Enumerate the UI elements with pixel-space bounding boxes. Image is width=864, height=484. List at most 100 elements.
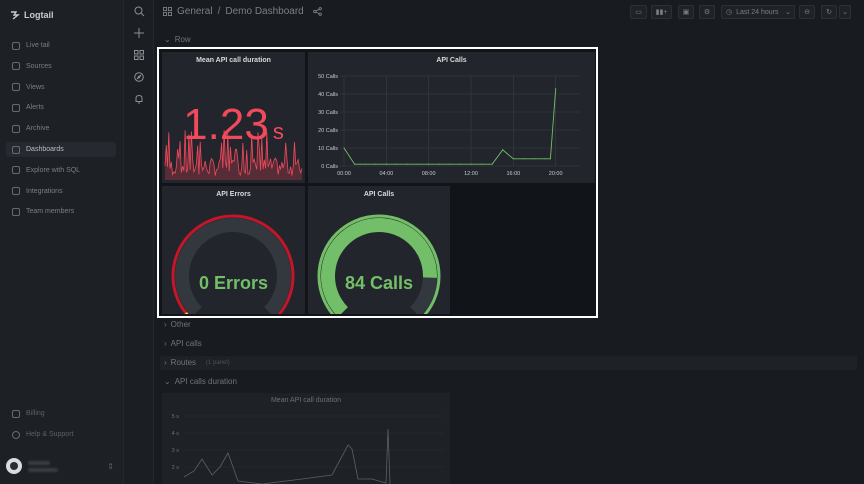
data-point — [544, 158, 546, 160]
bell-icon[interactable] — [133, 93, 145, 105]
row-header-api-calls-duration[interactable]: ⌄ API calls duration — [164, 377, 237, 386]
data-point — [385, 163, 387, 165]
sidebar-item-team-members[interactable]: Team members — [6, 204, 116, 219]
top-bar: General / Demo Dashboard ▭ ▮▮+ ▣ ⚙ ◷ Las… — [154, 0, 864, 24]
row-header-api-calls[interactable]: › API calls — [164, 339, 202, 348]
code-icon — [12, 166, 20, 175]
add-panel-button[interactable]: ▮▮+ — [651, 5, 672, 19]
gear-icon: ⚙ — [703, 9, 711, 16]
sidebar-item-alerts[interactable]: Alerts — [6, 100, 116, 115]
sidebar-item-billing[interactable]: Billing — [6, 406, 116, 421]
data-point — [491, 163, 493, 165]
eye-icon — [12, 83, 20, 92]
refresh-button[interactable]: ↻ — [821, 5, 837, 19]
icon-rail — [124, 0, 154, 484]
x-tick-label: 16:00 — [506, 171, 520, 177]
save-icon: ▣ — [682, 9, 690, 16]
y-tick-label: 20 Calls — [318, 128, 338, 134]
lower-line-chart: 5 s 4 s 3 s 2 s — [172, 414, 444, 484]
apps-icon — [163, 7, 172, 16]
panel-api-errors[interactable]: API Errors 0 Errors — [162, 186, 305, 314]
chevron-right-icon: › — [164, 320, 167, 329]
y-tick-label: 2 s — [172, 465, 180, 471]
sidebar-item-label: Dashboards — [26, 146, 64, 153]
row-title: Other — [170, 320, 191, 329]
row-title: API calls — [170, 339, 202, 348]
data-point — [555, 88, 557, 90]
sidebar-item-label: Archive — [26, 125, 50, 133]
series-line-api-calls — [343, 88, 557, 165]
data-point — [502, 149, 504, 151]
plus-icon[interactable] — [133, 27, 145, 39]
grid-icon[interactable] — [133, 49, 145, 61]
data-point — [449, 163, 451, 165]
series-line-lower — [183, 428, 391, 484]
data-point — [549, 158, 551, 160]
row-title: API calls duration — [174, 377, 237, 386]
sidebar-item-label: Integrations — [26, 187, 63, 195]
breadcrumb: General / Demo Dashboard — [163, 6, 322, 17]
sidebar-item-integrations[interactable]: Integrations — [6, 184, 116, 199]
sidebar-item-label: Sources — [26, 62, 52, 70]
row-header-row[interactable]: ⌄ Row — [164, 35, 191, 44]
integrations-icon — [12, 187, 20, 196]
data-point — [364, 163, 366, 165]
y-tick-label: 30 Calls — [318, 110, 338, 116]
row-header-other[interactable]: › Other — [164, 320, 191, 329]
sidebar-item-live-tail[interactable]: Live tail — [6, 38, 116, 53]
breadcrumb-separator: / — [217, 6, 221, 17]
tv-icon: ▭ — [635, 9, 642, 16]
data-point — [343, 147, 345, 149]
chevron-down-icon: ⌄ — [842, 9, 848, 16]
zoom-out-icon: ⊖ — [804, 9, 810, 16]
gauge-value: 0 Errors — [198, 273, 269, 293]
x-tick-label: 00:00 — [337, 171, 351, 177]
data-point — [417, 163, 419, 165]
team-icon — [12, 207, 20, 216]
y-tick-label: 10 Calls — [318, 146, 338, 152]
gauge-fill — [321, 218, 437, 314]
panel-mean-api-call-duration[interactable]: Mean API call duration 1.23 s — [162, 52, 305, 183]
panel-mean-api-call-duration-lower[interactable]: Mean API call duration 5 s4 s3 s2 s — [162, 393, 450, 484]
row-header-routes[interactable]: › Routes (1 panel) — [164, 358, 230, 367]
save-button[interactable]: ▣ — [678, 5, 694, 19]
sidebar-item-dashboards[interactable]: Dashboards — [6, 142, 116, 157]
sidebar-item-sources[interactable]: Sources — [6, 59, 116, 74]
compass-icon[interactable] — [133, 71, 145, 83]
stat-value: 1.23 s — [162, 100, 305, 150]
share-icon[interactable] — [312, 7, 322, 16]
refresh-icon: ↻ — [826, 9, 832, 16]
brand[interactable]: Logtail — [10, 10, 54, 20]
chevron-right-icon: › — [164, 339, 167, 348]
errors-gauge — [171, 214, 295, 314]
sidebar-item-label: Billing — [26, 410, 45, 417]
logtail-logo-icon — [11, 11, 20, 20]
breadcrumb-section[interactable]: General — [177, 6, 213, 17]
settings-button[interactable]: ⚙ — [699, 5, 715, 19]
refresh-interval-dropdown[interactable]: ⌄ — [839, 5, 851, 19]
gauge-track — [175, 218, 291, 314]
chevron-down-icon: ⌄ — [164, 35, 171, 44]
user-info-blurred — [28, 460, 58, 472]
sidebar-item-label: Alerts — [26, 104, 44, 112]
panel-api-calls-gauge[interactable]: API Calls 84 Calls — [308, 186, 450, 314]
panel-api-calls-chart[interactable]: API Calls 0 Calls 10 Calls 20 Calls 30 Call… — [308, 52, 595, 183]
sidebar-item-explore-with-sql[interactable]: Explore with SQL — [6, 163, 116, 178]
time-range-picker[interactable]: ◷ Last 24 hours ⌄ — [721, 5, 795, 19]
sidebar-item-help[interactable]: Help & Support — [6, 427, 116, 442]
tv-mode-button[interactable]: ▭ — [630, 5, 647, 19]
zoom-out-button[interactable]: ⊖ — [799, 5, 815, 19]
data-point — [459, 163, 461, 165]
sources-icon — [12, 62, 20, 71]
bar-chart-add-icon: ▮▮+ — [655, 9, 668, 16]
user-menu[interactable]: ⇕ — [6, 455, 118, 477]
data-point — [438, 163, 440, 165]
sidebar-item-label: Team members — [26, 208, 75, 216]
breadcrumb-page[interactable]: Demo Dashboard — [225, 6, 303, 17]
sidebar-item-archive[interactable]: Archive — [6, 121, 116, 136]
sidebar-item-views[interactable]: Views — [6, 80, 116, 95]
search-icon[interactable] — [133, 5, 145, 17]
routes-row-bar — [160, 356, 857, 370]
row-panel-count: (1 panel) — [206, 359, 230, 366]
gauge-value: 84 Calls — [344, 273, 414, 293]
